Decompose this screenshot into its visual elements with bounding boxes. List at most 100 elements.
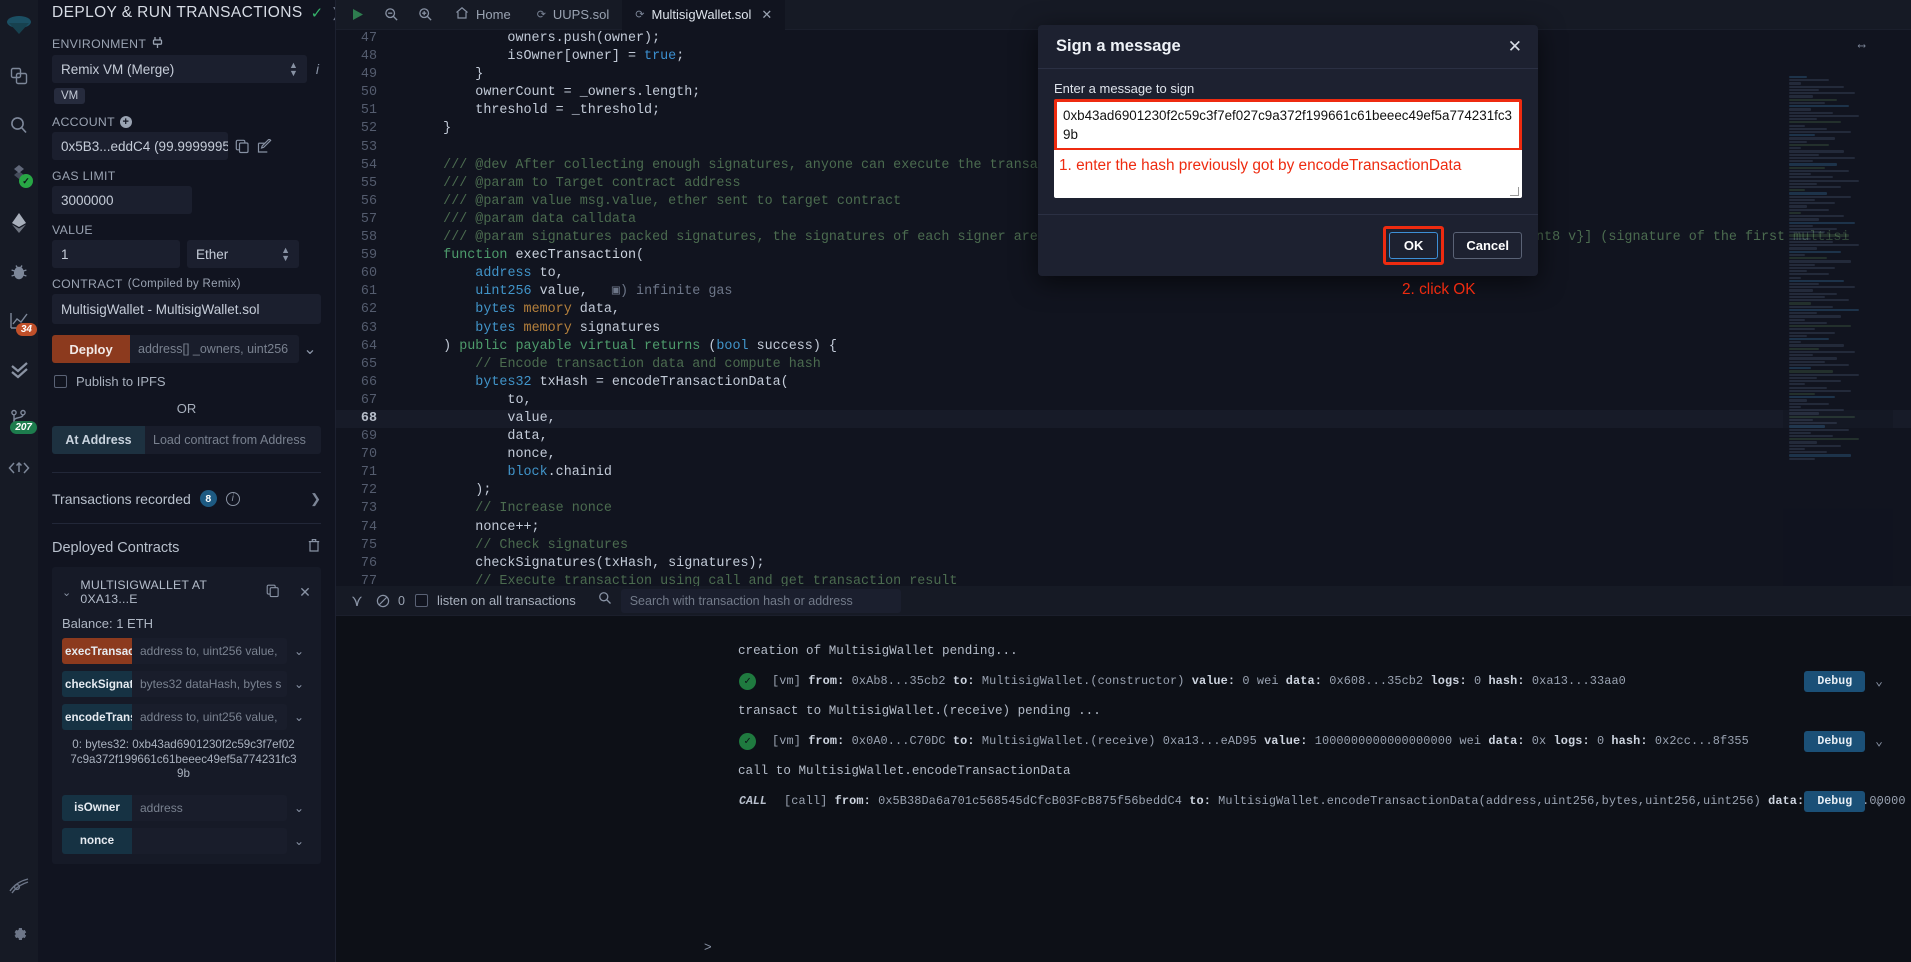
- copy-address-icon[interactable]: [266, 584, 280, 601]
- function-encodetransactiondata-input[interactable]: address to, uint256 value,: [132, 704, 287, 730]
- editor-minimap[interactable]: [1783, 60, 1893, 586]
- tab-home[interactable]: Home: [442, 0, 524, 30]
- terminal-prompt[interactable]: >: [704, 939, 712, 954]
- close-tab-icon[interactable]: ✕: [761, 7, 772, 23]
- run-script-icon[interactable]: [340, 0, 374, 30]
- debug-button[interactable]: Debug: [1804, 790, 1866, 812]
- chevron-down-icon[interactable]: ⌄: [62, 586, 71, 599]
- function-isowner-button[interactable]: isOwner: [62, 794, 132, 821]
- code-text[interactable]: // Increase nonce: [392, 500, 1911, 518]
- code-text[interactable]: bytes memory signatures: [392, 320, 1911, 338]
- close-contract-icon[interactable]: ✕: [299, 584, 311, 601]
- message-input[interactable]: 0xb43ad6901230f2c59c3f7ef027c9a372f19966…: [1054, 99, 1522, 151]
- tab-multisigwallet-sol[interactable]: ⟳ MultisigWallet.sol ✕: [622, 0, 786, 30]
- ok-button[interactable]: OK: [1388, 232, 1439, 259]
- environment-select[interactable]: Remix VM (Merge) ▲ ▼: [52, 55, 307, 83]
- publish-ipfs-row[interactable]: Publish to IPFS: [52, 374, 321, 389]
- code-text[interactable]: block.chainid: [392, 464, 1911, 482]
- function-nonce-button[interactable]: nonce: [62, 827, 132, 854]
- chevron-down-icon[interactable]: ⌄: [287, 704, 311, 730]
- gas-limit-input[interactable]: 3000000: [52, 186, 192, 214]
- code-text[interactable]: to,: [392, 392, 1911, 410]
- code-text[interactable]: nonce,: [392, 446, 1911, 464]
- at-address-button[interactable]: At Address: [52, 426, 145, 454]
- function-exectransaction-input[interactable]: address to, uint256 value,: [132, 638, 287, 664]
- code-text[interactable]: bytes memory data,: [392, 301, 1911, 319]
- analysis-icon[interactable]: 34: [0, 296, 38, 345]
- terminal-output[interactable]: creation of MultisigWallet pending... ✓ [v…: [336, 616, 1911, 962]
- deploy-button[interactable]: Deploy: [52, 335, 130, 363]
- debug-button[interactable]: Debug: [1804, 670, 1866, 692]
- code-text[interactable]: nonce++;: [392, 519, 1911, 537]
- code-text[interactable]: );: [392, 482, 1911, 500]
- publish-ipfs-checkbox[interactable]: [54, 375, 67, 388]
- search-icon[interactable]: [0, 100, 38, 149]
- chevron-down-icon[interactable]: ⌄: [299, 335, 321, 363]
- resize-handle-icon[interactable]: [1510, 187, 1519, 196]
- add-account-icon[interactable]: +: [119, 116, 132, 128]
- chevron-down-icon[interactable]: ⌄: [287, 638, 311, 664]
- contract-select[interactable]: MultisigWallet - MultisigWallet.sol: [52, 294, 321, 324]
- listen-all-checkbox[interactable]: [414, 594, 428, 607]
- clear-console-icon[interactable]: [370, 594, 396, 608]
- clear-deployed-icon[interactable]: [307, 538, 321, 557]
- code-text[interactable]: ) public payable virtual returns (bool s…: [392, 338, 1911, 356]
- chevron-down-icon[interactable]: ⌄: [1875, 674, 1883, 689]
- chevron-down-icon[interactable]: ⌄: [1875, 734, 1883, 749]
- code-text[interactable]: uint256 value, ▣) infinite gas: [392, 283, 1911, 301]
- function-nonce-input[interactable]: [132, 827, 287, 854]
- account-select[interactable]: 0x5B3...eddC4 (99.9999995 ▲▼: [52, 132, 228, 160]
- function-checksignatures-input[interactable]: bytes32 dataHash, bytes s: [132, 671, 287, 697]
- chevron-down-icon[interactable]: ⌄: [287, 828, 311, 854]
- zoom-out-icon[interactable]: [374, 0, 408, 30]
- code-text[interactable]: checkSignatures(txHash, signatures);: [392, 555, 1911, 573]
- terminal-search-input[interactable]: Search with transaction hash or address: [620, 588, 901, 613]
- chevron-down-icon[interactable]: ⌄: [1875, 794, 1883, 809]
- close-icon[interactable]: ✕: [1508, 38, 1522, 55]
- chevron-down-icon[interactable]: ⌄: [287, 671, 311, 697]
- edit-account-icon[interactable]: [257, 138, 272, 154]
- collapse-all-icon[interactable]: ⋎: [344, 591, 370, 611]
- copy-account-icon[interactable]: [235, 139, 250, 154]
- code-text[interactable]: // Check signatures: [392, 537, 1911, 555]
- deploy-args-input[interactable]: address[] _owners, uint256: [130, 335, 299, 363]
- code-text[interactable]: data,: [392, 428, 1911, 446]
- function-exectransaction-button[interactable]: execTransact: [62, 638, 132, 664]
- git-icon[interactable]: 207: [0, 394, 38, 443]
- deploy-run-transactions-icon[interactable]: [0, 198, 38, 247]
- minimap-line: [1789, 105, 1849, 108]
- gear-icon[interactable]: [0, 913, 38, 962]
- cancel-button[interactable]: Cancel: [1453, 232, 1522, 259]
- debugger-icon[interactable]: [0, 247, 38, 296]
- function-encodetransactiondata-button[interactable]: encodeTrans: [62, 704, 132, 730]
- code-text[interactable]: // Encode transaction data and compute h…: [392, 356, 1911, 374]
- solidity-unit-testing-icon[interactable]: [0, 345, 38, 394]
- tab-uups-sol[interactable]: ⟳ UUPS.sol: [524, 0, 623, 30]
- debug-button[interactable]: Debug: [1804, 730, 1866, 752]
- info-icon[interactable]: i: [225, 491, 240, 506]
- chevron-right-icon[interactable]: ❯: [310, 491, 321, 507]
- zoom-in-icon[interactable]: [408, 0, 442, 30]
- value-unit-select[interactable]: Ether ▲ ▼: [187, 240, 299, 268]
- code-text[interactable]: value,: [392, 410, 1911, 428]
- environment-info-icon[interactable]: i: [314, 61, 321, 77]
- code-text[interactable]: // Execute transaction using call and ge…: [392, 573, 1911, 586]
- remix-logo-icon[interactable]: [0, 2, 38, 51]
- value-input[interactable]: 1: [52, 240, 180, 268]
- chevron-down-icon[interactable]: ⌄: [287, 795, 311, 821]
- terminal-transaction-row[interactable]: ✓ [vm] from: 0xAb8...35cb2 to: MultisigWa…: [336, 670, 1911, 692]
- code-text[interactable]: bytes32 txHash = encodeTransactionData(: [392, 374, 1911, 392]
- deployed-contract-header[interactable]: ⌄ MULTISIGWALLET AT 0XA13...E ✕: [52, 575, 321, 606]
- minimap-line: [1789, 124, 1805, 127]
- at-address-input[interactable]: Load contract from Address: [145, 426, 321, 454]
- solidity-compiler-icon[interactable]: ✓: [0, 149, 38, 198]
- plugin-manager-icon[interactable]: [0, 443, 38, 492]
- terminal-transaction-row[interactable]: ✓ [vm] from: 0x0A0...C70DC to: MultisigWa…: [336, 730, 1911, 752]
- function-isowner-input[interactable]: address: [132, 794, 287, 821]
- function-checksignatures-button[interactable]: checkSignatu: [62, 671, 132, 697]
- settings-plugin-icon[interactable]: [0, 864, 38, 913]
- file-explorer-icon[interactable]: [0, 51, 38, 100]
- minimap-drag-handle[interactable]: ⟷: [1858, 38, 1865, 56]
- terminal-transaction-row[interactable]: CALL [call] from: 0x5B38Da6a701c568545dCf…: [336, 790, 1911, 812]
- transactions-recorded-row[interactable]: Transactions recorded 8 i ❯: [52, 473, 321, 523]
